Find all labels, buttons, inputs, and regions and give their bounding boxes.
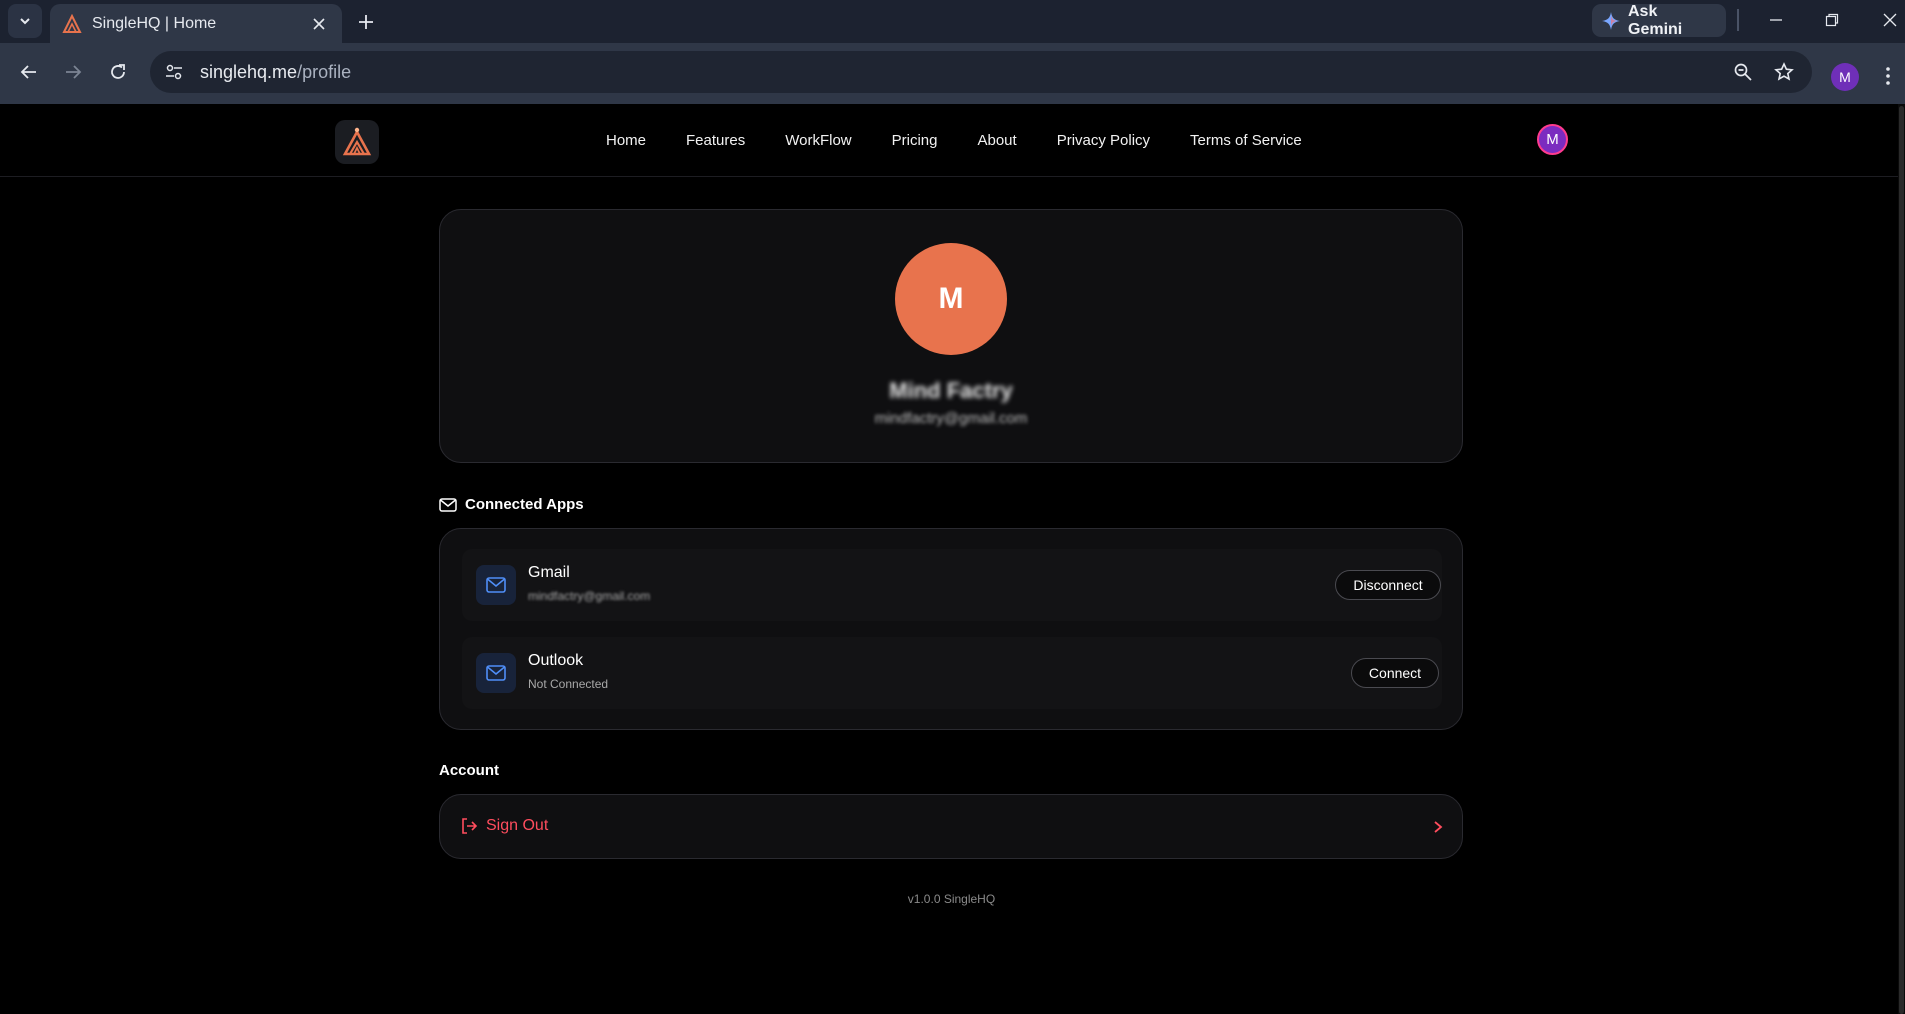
nav-home[interactable]: Home	[606, 132, 646, 149]
site-header: Home Features WorkFlow Pricing About Pri…	[0, 104, 1905, 177]
nav-privacy-policy[interactable]: Privacy Policy	[1057, 132, 1150, 149]
restore-button[interactable]	[1814, 4, 1850, 36]
zoom-icon[interactable]	[1728, 57, 1758, 87]
mail-icon	[439, 497, 457, 512]
back-button[interactable]	[14, 57, 44, 87]
account-heading: Account	[439, 762, 499, 779]
connected-apps-card: Gmail mindfactry@gmail.com Disconnect Ou…	[439, 528, 1463, 730]
chevron-down-icon	[20, 18, 30, 25]
app-row-gmail: Gmail mindfactry@gmail.com Disconnect	[462, 549, 1442, 621]
version-text: v1.0.0 SingleHQ	[907, 892, 996, 906]
user-avatar[interactable]: M	[1537, 124, 1568, 155]
tune-icon[interactable]	[156, 54, 192, 90]
ask-gemini-button[interactable]: Ask Gemini	[1592, 2, 1726, 38]
app-row-outlook: Outlook Not Connected Connect	[462, 637, 1442, 709]
forward-button[interactable]	[58, 57, 88, 87]
nav-pricing[interactable]: Pricing	[892, 132, 938, 149]
profile-avatar: M	[895, 243, 1007, 355]
address-bar[interactable]: singlehq.me/profile	[150, 51, 1812, 93]
app-status: mindfactry@gmail.com	[528, 589, 651, 603]
plus-icon	[359, 15, 373, 29]
reload-button[interactable]	[103, 57, 133, 87]
nav-workflow[interactable]: WorkFlow	[785, 132, 851, 149]
star-icon[interactable]	[1769, 57, 1799, 87]
reload-icon	[111, 64, 125, 79]
app-name: Gmail	[528, 564, 570, 581]
minimize-icon	[1770, 19, 1782, 21]
forward-icon	[66, 65, 82, 79]
disconnect-gmail-button[interactable]: Disconnect	[1335, 570, 1441, 600]
url-path: /profile	[297, 61, 352, 82]
scrollbar-thumb[interactable]	[1899, 106, 1904, 1014]
minimize-button[interactable]	[1758, 4, 1794, 36]
close-icon[interactable]	[308, 13, 330, 35]
mail-icon	[476, 653, 516, 693]
mail-icon	[476, 565, 516, 605]
tab-title: SingleHQ | Home	[92, 14, 217, 32]
version-footer: v1.0.0 SingleHQ	[0, 892, 1903, 906]
app-status: Not Connected	[528, 677, 609, 691]
sign-out-label: Sign Out	[486, 817, 549, 834]
chevron-right-icon	[1428, 817, 1448, 837]
nav-about[interactable]: About	[977, 132, 1016, 149]
gemini-icon	[1602, 11, 1620, 30]
tab-search-button[interactable]	[8, 4, 42, 38]
url-host: singlehq.me	[200, 61, 298, 82]
close-icon	[1883, 13, 1897, 27]
close-window-button[interactable]	[1872, 4, 1905, 36]
profile-email: mindfactry@gmail.com	[874, 410, 1028, 427]
logo-icon	[342, 127, 372, 156]
browser-tab-bar: SingleHQ | Home Ask Gemini	[0, 0, 1905, 43]
browser-profile-avatar[interactable]: M	[1831, 63, 1859, 91]
browser-toolbar: singlehq.me/profile M	[0, 43, 1905, 104]
connected-apps-title: Connected Apps	[465, 496, 584, 513]
nav-features[interactable]: Features	[686, 132, 745, 149]
new-tab-button[interactable]	[352, 8, 380, 36]
profile-card: M Mind Factry mindfactry@gmail.com	[439, 209, 1463, 463]
site-logo[interactable]	[335, 120, 379, 164]
connect-outlook-button[interactable]: Connect	[1351, 658, 1439, 688]
site-nav: Home Features WorkFlow Pricing About Pri…	[606, 104, 1342, 177]
toolbar-separator	[1737, 9, 1739, 31]
kebab-icon[interactable]	[1878, 61, 1898, 91]
favicon-icon	[62, 13, 82, 34]
app-name: Outlook	[528, 652, 584, 669]
ask-gemini-label: Ask Gemini	[1628, 2, 1683, 38]
profile-name: Mind Factry	[889, 378, 1013, 403]
sign-out-icon	[460, 817, 480, 837]
restore-icon	[1825, 13, 1839, 27]
nav-terms-of-service[interactable]: Terms of Service	[1190, 132, 1302, 149]
back-icon	[20, 65, 36, 79]
sign-out-row[interactable]: Sign Out	[439, 794, 1463, 859]
active-tab[interactable]: SingleHQ | Home	[50, 4, 342, 43]
url-text: singlehq.me/profile	[200, 62, 351, 83]
connected-apps-heading: Connected Apps	[439, 496, 584, 513]
